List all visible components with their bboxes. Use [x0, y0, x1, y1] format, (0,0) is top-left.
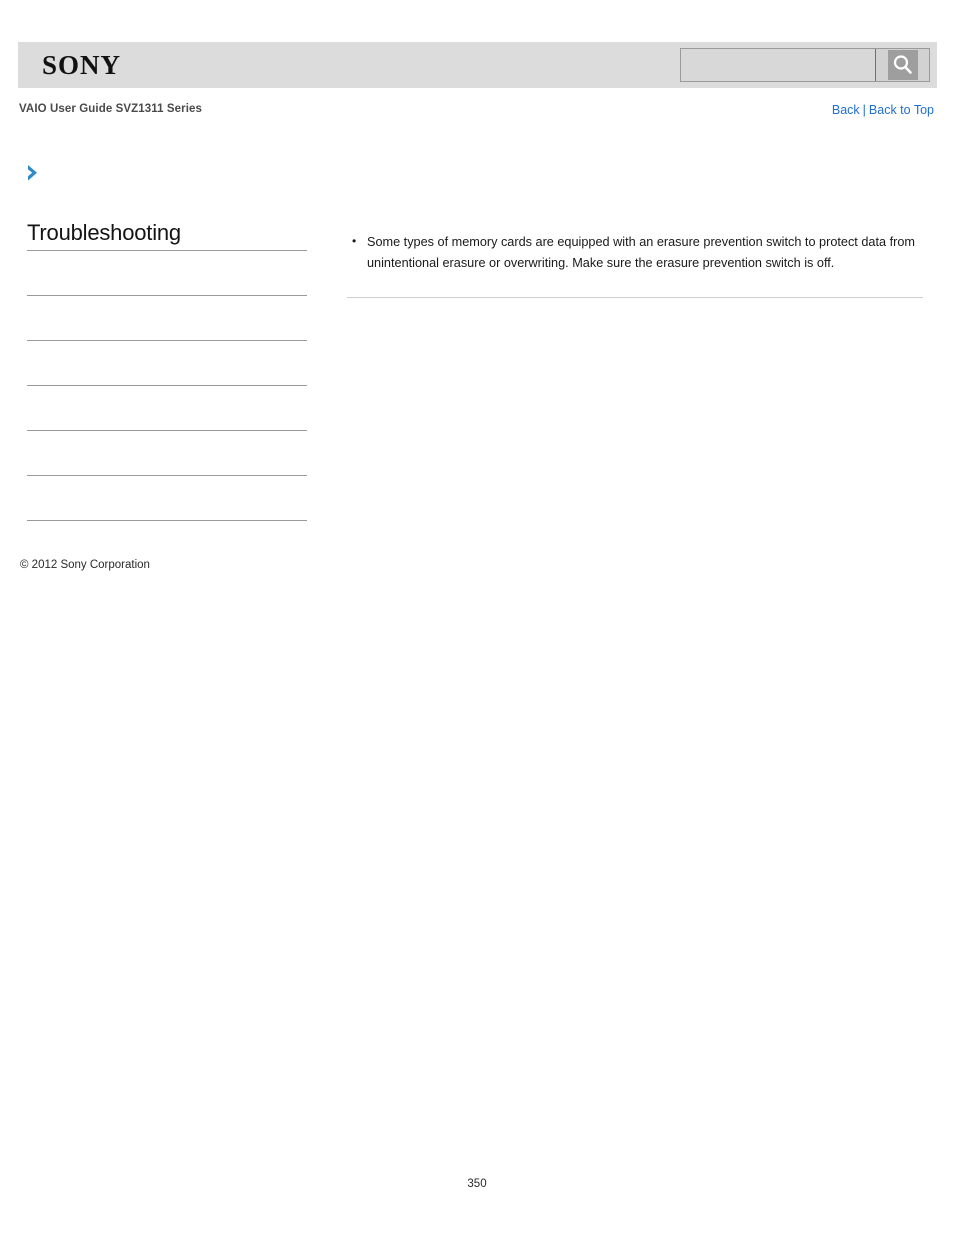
sidebar-divider	[27, 520, 307, 521]
back-link[interactable]: Back	[832, 103, 860, 117]
header-bar: SONY	[18, 42, 937, 88]
main-content: Some types of memory cards are equipped …	[347, 231, 923, 298]
content-divider	[347, 297, 923, 298]
sidebar-heading: Troubleshooting	[27, 220, 181, 245]
copyright-text: © 2012 Sony Corporation	[20, 559, 150, 571]
page-number: 350	[467, 1178, 487, 1190]
sidebar-item-3[interactable]	[27, 341, 307, 385]
back-to-top-link[interactable]: Back to Top	[869, 103, 934, 117]
sidebar-item-2[interactable]	[27, 296, 307, 340]
header-nav-links: Back | Back to Top	[832, 103, 934, 117]
sidebar-item-5[interactable]	[27, 431, 307, 475]
search-widget	[680, 48, 930, 82]
search-button[interactable]	[875, 49, 929, 81]
nav-separator: |	[862, 103, 866, 117]
page-title: VAIO User Guide SVZ1311 Series	[19, 103, 203, 115]
list-item: Some types of memory cards are equipped …	[352, 231, 923, 273]
sidebar-item-6[interactable]	[27, 476, 307, 520]
sidebar-item-4[interactable]	[27, 386, 307, 430]
sidebar-item-1[interactable]	[27, 251, 307, 295]
sidebar-navigation: Troubleshooting	[27, 220, 307, 521]
search-magnifier-icon	[887, 50, 918, 80]
search-input[interactable]	[681, 49, 875, 81]
content-bullet-list: Some types of memory cards are equipped …	[347, 231, 923, 273]
sony-logo: SONY	[42, 50, 122, 80]
blue-chevron-right-icon[interactable]	[25, 163, 43, 183]
